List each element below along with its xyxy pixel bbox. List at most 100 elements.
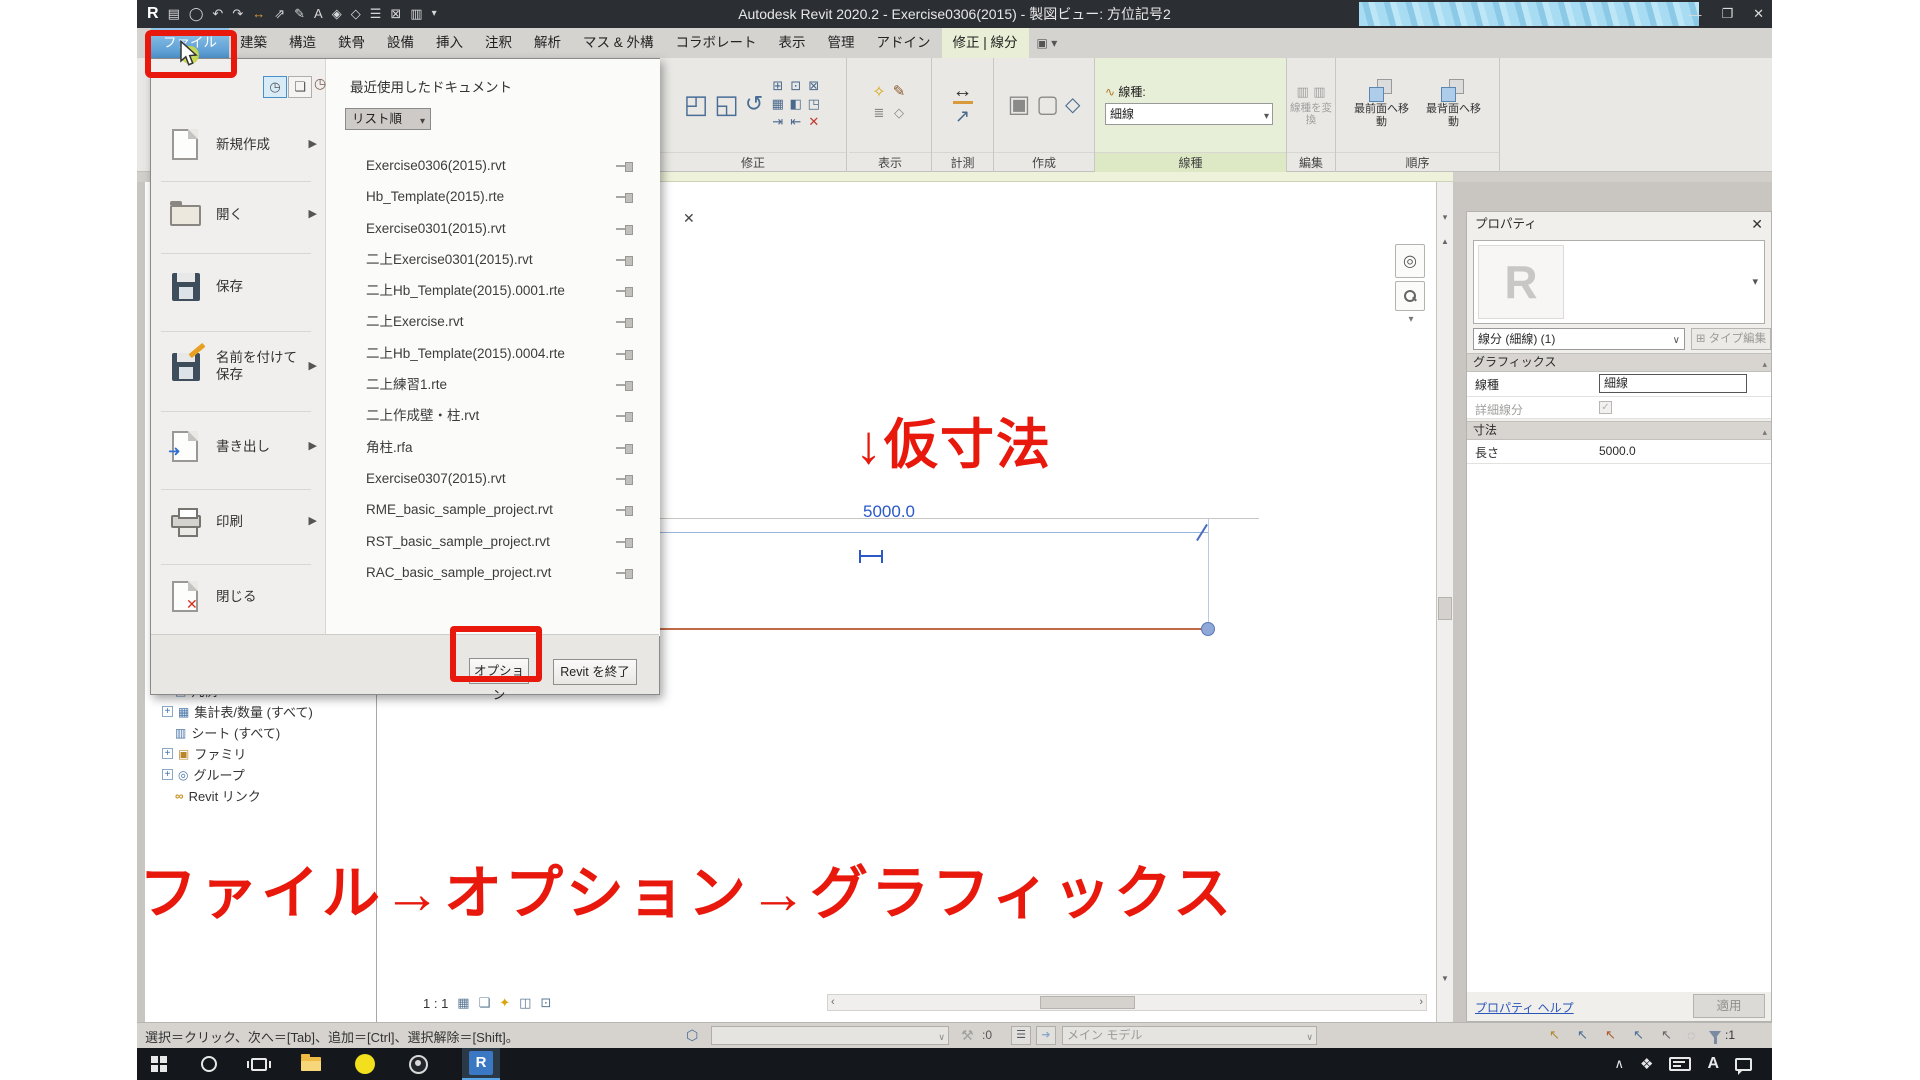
linework-icon[interactable]: ≣ xyxy=(871,105,888,127)
array-icon[interactable]: ▦ xyxy=(769,96,786,113)
prop-value-length[interactable]: 5000.0 xyxy=(1599,440,1771,463)
navbar-chevron-icon[interactable]: ▾ xyxy=(1395,314,1427,325)
pin-icon[interactable] xyxy=(616,225,632,233)
pin-icon[interactable] xyxy=(616,350,632,358)
horizontal-scroll-thumb[interactable] xyxy=(1040,996,1135,1009)
chevron-down-icon[interactable]: ▾ xyxy=(1752,275,1758,288)
panel-label-measure[interactable]: 計測 xyxy=(932,152,993,172)
panel-label-create[interactable]: 作成 xyxy=(994,152,1094,172)
create-parts-icon[interactable]: ◇ xyxy=(1065,92,1080,117)
menu-item-new[interactable]: 新規作成 ▶ xyxy=(156,119,321,169)
sort-order-dropdown[interactable]: リスト順 ▾ xyxy=(345,108,431,130)
view-tabs-dropdown-icon[interactable]: ▾ xyxy=(1437,212,1453,223)
create-similar-icon[interactable]: ▢ xyxy=(1036,90,1059,119)
dimension-toggle-icon[interactable] xyxy=(859,550,883,563)
pin-icon[interactable] xyxy=(616,569,632,577)
properties-help-link[interactable]: プロパティ ヘルプ xyxy=(1475,999,1574,1016)
maximize-button[interactable]: ❐ xyxy=(1721,6,1733,22)
vertical-scrollbar[interactable]: ▾ ▲ ▼ xyxy=(1436,182,1453,1022)
horizontal-scrollbar[interactable]: ‹ › xyxy=(827,994,1427,1011)
design-options-arrow-icon[interactable]: ➜ xyxy=(1036,1026,1056,1045)
measure-linear-icon[interactable]: ↔ xyxy=(953,81,973,104)
tab-structure[interactable]: 構造 xyxy=(278,28,327,58)
panel-label-edit[interactable]: 編集 xyxy=(1287,152,1335,172)
zoom-button[interactable] xyxy=(1395,281,1425,311)
tree-item-families[interactable]: + ▣ ファミリ xyxy=(145,743,376,764)
menu-item-export[interactable]: ➜ 書き出し ▶ xyxy=(156,421,321,471)
mirror-icon[interactable]: ◧ xyxy=(787,96,804,113)
tab-modify-lines[interactable]: 修正 | 線分 xyxy=(942,28,1029,58)
pin-icon[interactable] xyxy=(616,162,632,170)
menu-item-close[interactable]: ✕ 閉じる xyxy=(156,571,321,621)
tab-collaborate[interactable]: コラボレート xyxy=(665,28,768,58)
modify-edit-icon[interactable]: ◱ xyxy=(714,89,739,120)
tab-insert[interactable]: 挿入 xyxy=(425,28,474,58)
scroll-left-icon[interactable]: ‹ xyxy=(831,996,835,1008)
type-selector[interactable]: R ▾ xyxy=(1473,240,1765,324)
select-pinned-icon[interactable]: ↖ xyxy=(1605,1027,1616,1043)
rotate-icon[interactable]: ↺ xyxy=(745,91,763,117)
close-button[interactable]: ✕ xyxy=(1753,6,1764,22)
recent-file[interactable]: RST_basic_sample_project.rvt xyxy=(326,526,660,557)
pin-icon[interactable] xyxy=(616,538,632,546)
create-group-icon[interactable]: ▣ xyxy=(1008,90,1031,119)
menu-item-open[interactable]: 開く ▶ xyxy=(156,189,321,239)
recent-documents-toggle[interactable]: ◷ xyxy=(263,76,287,98)
recent-file[interactable]: Exercise0301(2015).rvt xyxy=(326,213,660,244)
collapse-icon[interactable]: ▴ xyxy=(1762,424,1767,441)
start-button-icon[interactable] xyxy=(151,1056,167,1072)
drag-elements-icon[interactable]: ↖ xyxy=(1661,1027,1672,1043)
recent-file[interactable]: 二上作成壁・柱.rvt xyxy=(326,400,660,431)
pin-icon[interactable] xyxy=(616,256,632,264)
visual-style-icon[interactable]: ❏ xyxy=(479,995,491,1011)
edit-type-button[interactable]: ⊞ タイプ編集 xyxy=(1691,328,1771,350)
view-scale[interactable]: 1 : 1 xyxy=(423,996,448,1011)
recent-file[interactable]: 二上練習1.rte xyxy=(326,369,660,400)
line-end-handle[interactable] xyxy=(1201,622,1215,636)
copy-icon[interactable]: ⊡ xyxy=(787,78,804,95)
select-underlay-icon[interactable]: ↖ xyxy=(1577,1027,1588,1043)
worksets-dropdown[interactable]: ∨ xyxy=(711,1026,949,1045)
tab-manage[interactable]: 管理 xyxy=(817,28,866,58)
tab-steel[interactable]: 鉄骨 xyxy=(327,28,376,58)
tab-view[interactable]: 表示 xyxy=(768,28,817,58)
detail-lines-checkbox[interactable]: ✓ xyxy=(1599,401,1612,414)
temporary-dimension-value[interactable]: 5000.0 xyxy=(829,502,949,522)
element-selector[interactable]: 線分 (細線) (1) ∨ xyxy=(1473,328,1685,350)
select-links-icon[interactable]: ↖ xyxy=(1549,1027,1560,1043)
panel-label-line-style[interactable]: 線種 xyxy=(1095,152,1286,172)
send-to-back-button[interactable]: 最背面へ移動 xyxy=(1425,79,1483,129)
menu-item-save-as[interactable]: 名前を付けて保存 ▶ xyxy=(156,341,321,391)
pin-icon[interactable] xyxy=(616,475,632,483)
worksets-icon[interactable]: ⬡ xyxy=(686,1027,698,1044)
recent-file[interactable]: 二上Exercise0301(2015).rvt xyxy=(326,244,660,275)
tree-item-revit-links[interactable]: ∞ Revit リンク xyxy=(145,785,376,806)
section-graphics[interactable]: グラフィックス▴ xyxy=(1467,353,1771,372)
expand-icon[interactable]: + xyxy=(162,706,173,717)
expand-icon[interactable]: + xyxy=(162,769,173,780)
cortana-icon[interactable] xyxy=(201,1056,217,1072)
view-close-icon[interactable]: ✕ xyxy=(683,210,695,227)
properties-close-icon[interactable]: ✕ xyxy=(1751,212,1763,236)
lightbulb-icon[interactable]: ✧ xyxy=(871,82,888,104)
tree-item-groups[interactable]: + ◎ グループ xyxy=(145,764,376,785)
notification-icon[interactable] xyxy=(1735,1058,1752,1071)
scale-icon[interactable]: ◳ xyxy=(805,96,822,113)
pin-icon[interactable] xyxy=(616,506,632,514)
select-by-face-icon[interactable]: ↖ xyxy=(1633,1027,1644,1043)
tab-massing-site[interactable]: マス & 外構 xyxy=(572,28,665,58)
paint-icon[interactable]: ✎ xyxy=(891,82,908,104)
move-icon[interactable]: ⊞ xyxy=(769,78,786,95)
minimize-button[interactable]: — xyxy=(1688,7,1701,22)
revit-taskbar-button[interactable]: R xyxy=(462,1048,500,1080)
modify-dropdown-icon[interactable]: ▣ ▾ xyxy=(1029,28,1066,58)
app-yellow-icon[interactable] xyxy=(355,1054,375,1074)
dropbox-icon[interactable]: ❖ xyxy=(1640,1055,1653,1073)
delete-icon[interactable]: ✕ xyxy=(805,114,822,131)
modify-select-icon[interactable]: ◰ xyxy=(684,89,709,120)
recent-file[interactable]: RAC_basic_sample_project.rvt xyxy=(326,557,660,588)
align-icon[interactable]: ⇥ xyxy=(769,114,786,131)
recent-file[interactable]: 角柱.rfa xyxy=(326,432,660,463)
recent-file[interactable]: Exercise0307(2015).rvt xyxy=(326,463,660,494)
line-style-dropdown[interactable]: 細線 ▾ xyxy=(1105,103,1273,125)
